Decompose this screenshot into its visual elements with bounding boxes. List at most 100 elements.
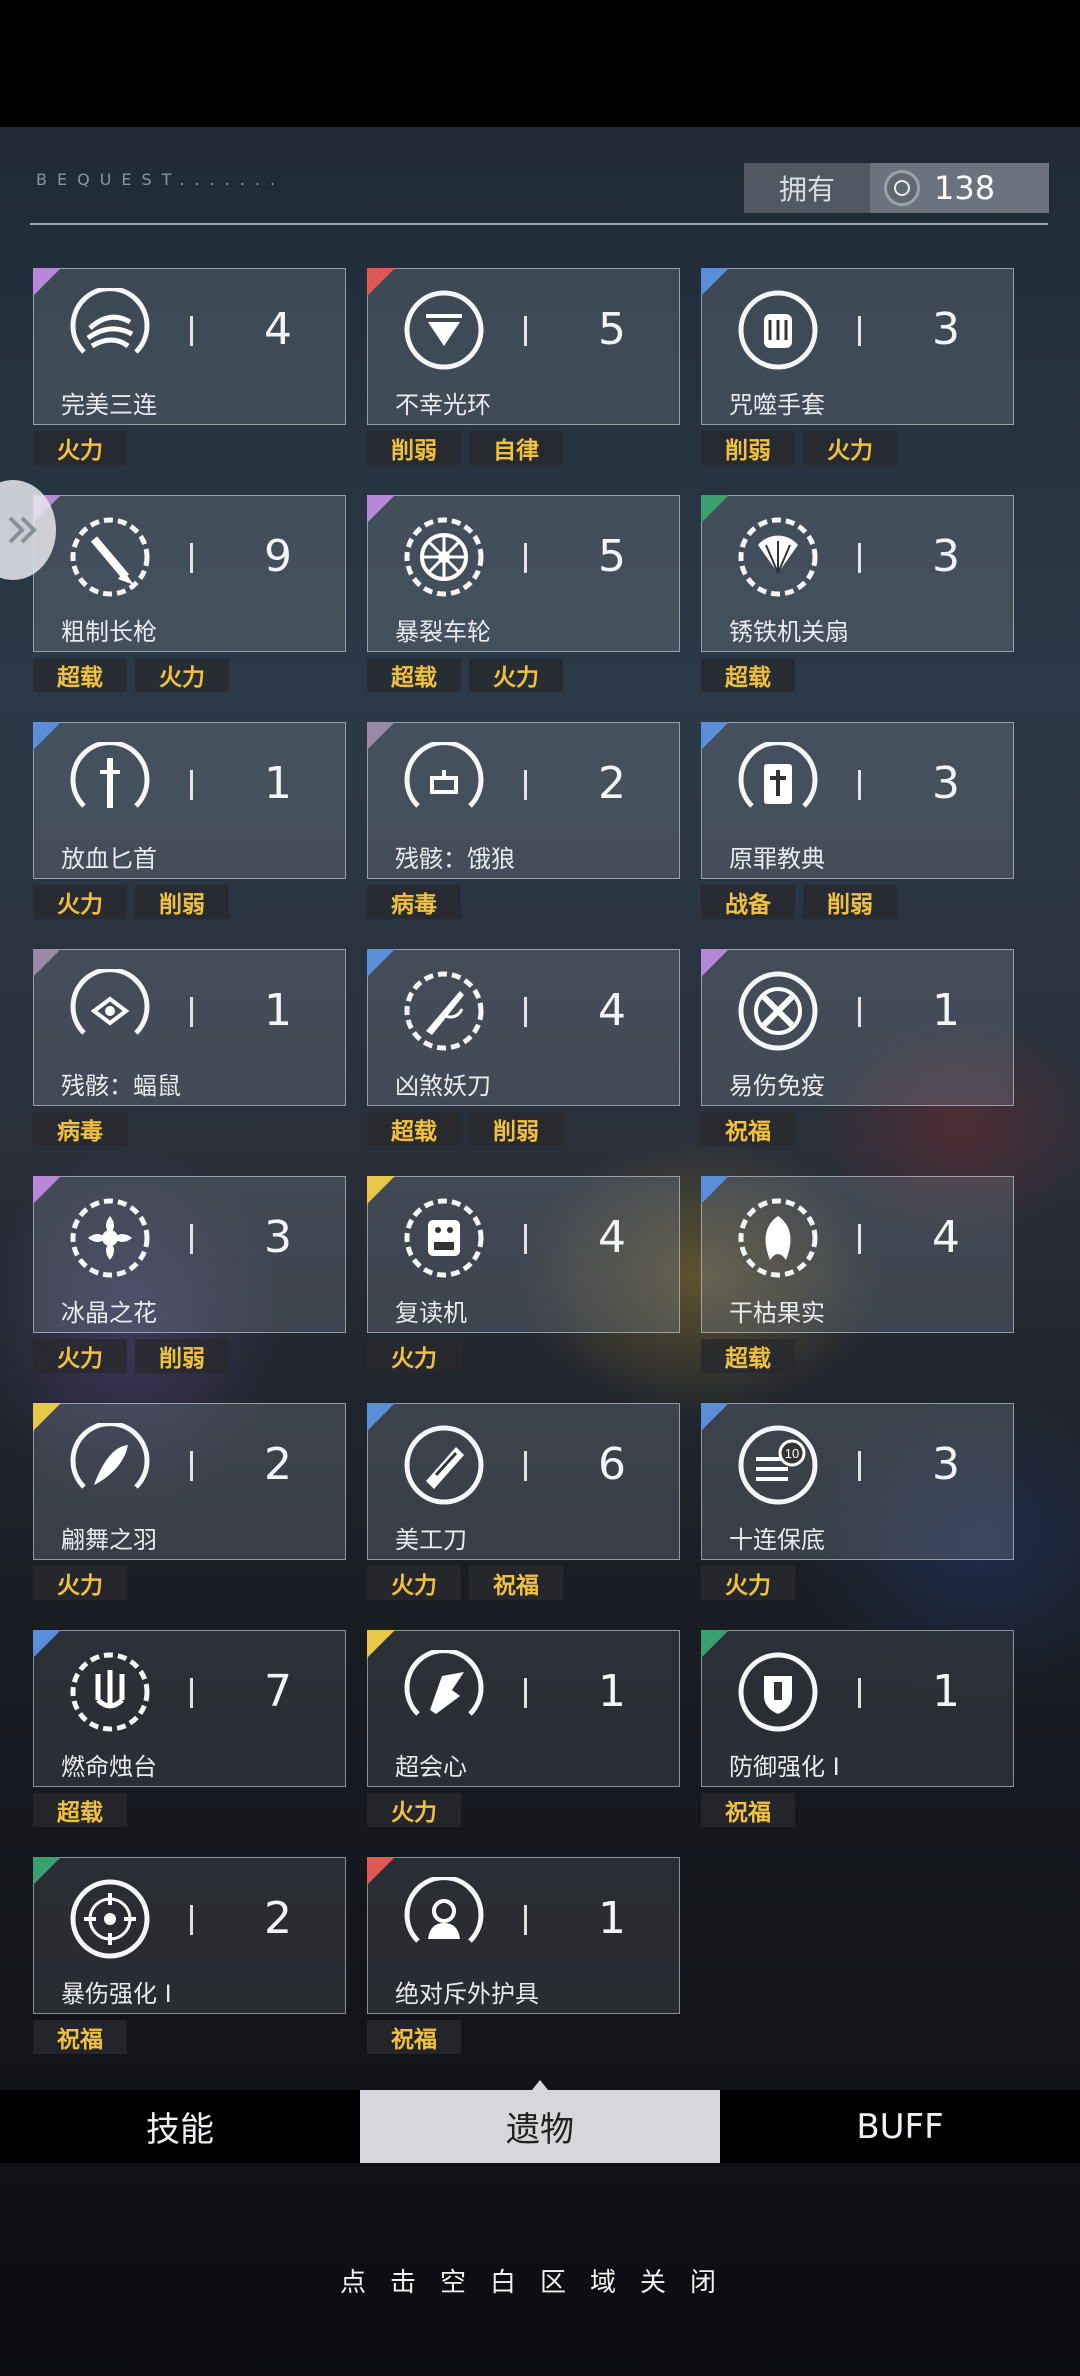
count-divider <box>190 1905 193 1935</box>
tab-skills[interactable]: 技能 <box>0 2090 360 2163</box>
relic-count: 3 <box>932 758 960 809</box>
relic-tags: 火力 <box>367 1339 461 1373</box>
rarity-corner <box>701 1630 729 1658</box>
relic-count: 6 <box>598 1439 626 1490</box>
relic-card[interactable]: 6 美工刀 火力 祝福 <box>367 1403 680 1600</box>
relic-card[interactable]: 1 残骸：蝠鼠 病毒 <box>33 949 346 1146</box>
tab-relics[interactable]: 遗物 <box>360 2080 720 2163</box>
protective-gear-icon <box>402 1875 486 1961</box>
tap-blank-to-close[interactable]: 点击空白区域关闭 <box>0 2262 1080 2299</box>
relic-tags: 火力 <box>701 1566 795 1600</box>
withered-fruit-icon <box>736 1196 820 1280</box>
relic-card[interactable]: 4 复读机 火力 <box>367 1176 680 1373</box>
status-bar <box>0 0 1080 127</box>
relic-tags: 火力 祝福 <box>367 1566 563 1600</box>
relic-card[interactable]: 2 暴伤强化 I 祝福 <box>33 1857 346 2054</box>
relic-count: 5 <box>598 304 626 355</box>
relic-tags: 超载 <box>701 1339 795 1373</box>
rarity-corner <box>33 949 61 977</box>
utility-knife-icon <box>402 1423 486 1507</box>
relic-card[interactable]: 1 放血匕首 火力 削弱 <box>33 722 346 919</box>
relic-tag: 削弱 <box>803 885 897 919</box>
relic-card[interactable]: 4 干枯果实超载 <box>701 1176 1014 1373</box>
relic-tag: 火力 <box>135 658 229 692</box>
relic-tag: 削弱 <box>367 431 461 465</box>
relic-tag: 祝福 <box>469 1566 563 1600</box>
relic-tags: 削弱 火力 <box>701 431 897 465</box>
relic-tag: 超载 <box>367 1112 461 1146</box>
relic-tags: 超载 <box>33 1793 127 1827</box>
rarity-corner <box>367 1857 395 1885</box>
cursed-glove-icon <box>736 288 820 372</box>
count-divider <box>858 316 861 346</box>
relic-tag: 超载 <box>701 1339 795 1373</box>
header-divider <box>30 223 1048 225</box>
relic-tags: 火力 削弱 <box>33 1339 229 1373</box>
relic-card[interactable]: 1 易伤免疫 祝福 <box>701 949 1014 1146</box>
relic-tags: 削弱 自律 <box>367 431 563 465</box>
rarity-corner <box>367 1176 395 1204</box>
relic-card[interactable]: 5 不幸光环 削弱 自律 <box>367 268 680 465</box>
relic-tag: 战备 <box>701 885 795 919</box>
count-divider <box>524 770 527 800</box>
count-divider <box>190 1451 193 1481</box>
demon-blade-icon <box>402 969 486 1053</box>
relic-card[interactable]: 5 暴裂车轮 超载 火力 <box>367 495 680 692</box>
relic-tags: 超载 火力 <box>33 658 229 692</box>
relic-tags: 祝福 <box>367 2020 461 2054</box>
relic-name: 干枯果实 <box>729 1299 825 1327</box>
relic-card[interactable]: 7 燃命烛台 超载 <box>33 1630 346 1827</box>
relic-card[interactable]: 4 凶煞妖刀 超载 削弱 <box>367 949 680 1146</box>
relic-name: 残骸：饿狼 <box>395 845 515 873</box>
relic-count: 1 <box>598 1666 626 1717</box>
relic-name: 咒噬手套 <box>729 391 825 419</box>
immunity-icon <box>736 969 820 1053</box>
rarity-corner <box>33 1630 61 1658</box>
rarity-corner <box>33 268 61 296</box>
relic-card[interactable]: 1 防御强化 I 祝福 <box>701 1630 1014 1827</box>
count-divider <box>524 316 527 346</box>
rarity-corner <box>701 495 729 523</box>
relic-card[interactable]: 2 残骸：饿狼 病毒 <box>367 722 680 919</box>
count-divider <box>524 997 527 1027</box>
relic-name: 十连保底 <box>729 1526 825 1554</box>
relic-card[interactable]: 3 咒噬手套 削弱 火力 <box>701 268 1014 465</box>
relic-tag: 削弱 <box>135 885 229 919</box>
relic-card[interactable]: 3 锈铁机关扇 超载 <box>701 495 1014 692</box>
rarity-corner <box>33 1176 61 1204</box>
relic-name: 残骸：蝠鼠 <box>61 1072 181 1100</box>
relic-tag: 削弱 <box>135 1339 229 1373</box>
bequest-subtitle: BEQUEST....... <box>36 170 286 189</box>
relic-tag: 祝福 <box>701 1112 795 1146</box>
relic-card[interactable]: 9 粗制长枪 超载 火力 <box>33 495 346 692</box>
relic-card[interactable]: 4 完美三连 火力 <box>33 268 346 465</box>
relic-card[interactable]: 1 绝对斥外护具祝福 <box>367 1857 680 2054</box>
relic-card[interactable]: 3 冰晶之花 火力 削弱 <box>33 1176 346 1373</box>
owned-label: 拥有 <box>744 163 870 213</box>
relic-tags: 祝福 <box>701 1793 795 1827</box>
relic-card[interactable]: 2 翩舞之羽 火力 <box>33 1403 346 1600</box>
relic-count: 1 <box>598 1893 626 1944</box>
relic-count: 1 <box>932 1666 960 1717</box>
relic-count: 4 <box>932 1212 960 1263</box>
relic-name: 绝对斥外护具 <box>395 1980 539 2008</box>
ice-flower-icon <box>68 1196 152 1280</box>
owned-currency: 拥有 138 <box>744 163 1049 213</box>
relic-card[interactable]: 1 超会心 火力 <box>367 1630 680 1827</box>
count-divider <box>524 543 527 573</box>
relic-card[interactable]: 3 原罪教典 战备 削弱 <box>701 722 1014 919</box>
rarity-corner <box>701 268 729 296</box>
relic-name: 放血匕首 <box>61 845 157 873</box>
relic-count: 4 <box>598 1212 626 1263</box>
wheel-icon <box>402 515 486 599</box>
candelabra-icon <box>68 1650 152 1734</box>
count-divider <box>858 997 861 1027</box>
count-divider <box>190 997 193 1027</box>
relic-card[interactable]: 10 3 十连保底 火力 <box>701 1403 1014 1600</box>
relic-count: 2 <box>264 1439 292 1490</box>
rarity-corner <box>367 722 395 750</box>
rarity-corner <box>701 1176 729 1204</box>
tab-buff[interactable]: BUFF <box>720 2090 1080 2163</box>
rarity-corner <box>33 1403 61 1431</box>
rarity-corner <box>701 722 729 750</box>
